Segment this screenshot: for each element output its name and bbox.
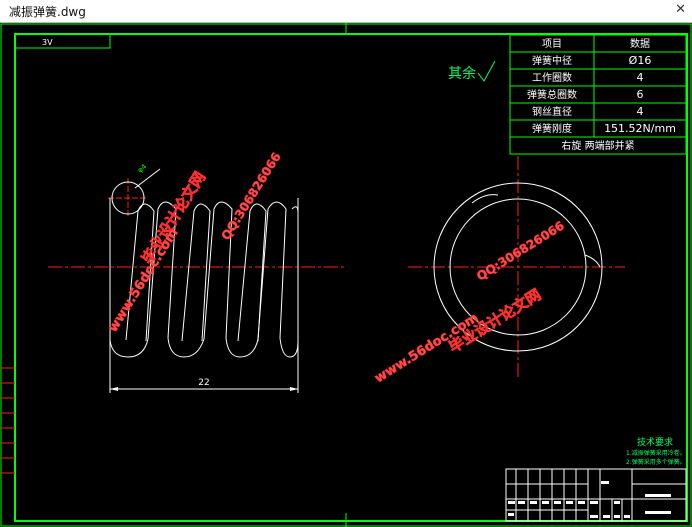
roughness-note: 其余 xyxy=(448,65,476,82)
watermark-url: www.56doc.com xyxy=(106,226,182,335)
dimension-width: 22 xyxy=(198,378,209,388)
wire-dim-label: φ4 xyxy=(136,162,149,174)
drawing-canvas[interactable]: 3V 项目 数据 弹簧中径 Ø16 工作圈数 4 弹簧总圈数 6 钢丝直径 4 … xyxy=(0,23,692,527)
table-row-label: 弹簧刚度 xyxy=(532,122,572,135)
table-row-value: 151.52N/mm xyxy=(604,122,676,135)
watermark-qq: QQ:306826066 xyxy=(474,218,567,283)
table-footer: 右旋 两端部并紧 xyxy=(561,139,634,152)
table-row-label: 工作圈数 xyxy=(532,71,572,84)
outer-border xyxy=(0,23,692,527)
cad-drawing: 3V 项目 数据 弹簧中径 Ø16 工作圈数 4 弹簧总圈数 6 钢丝直径 4 … xyxy=(0,23,692,527)
center-lines xyxy=(48,156,625,378)
table-row-label: 弹簧总圈数 xyxy=(527,88,577,101)
tech-requirements: 技术要求 1.减振弹簧采用冷卷。 2.弹簧采用多个弹簧。 xyxy=(626,436,686,466)
roughness-symbol-icon xyxy=(477,60,496,82)
table-row-value: Ø16 xyxy=(629,54,652,67)
corner-label: 3V xyxy=(42,38,53,47)
table-header-data: 数据 xyxy=(630,37,650,50)
table-row-label: 弹簧中径 xyxy=(532,54,572,67)
close-icon[interactable]: ✕ xyxy=(675,2,686,17)
table-row-value: 4 xyxy=(637,71,644,84)
watermark-qq: QQ:306826066 xyxy=(219,150,284,243)
window-title: 减振弹簧.dwg xyxy=(9,5,86,19)
table-row-value: 6 xyxy=(637,88,644,101)
spec-table: 项目 数据 弹簧中径 Ø16 工作圈数 4 弹簧总圈数 6 钢丝直径 4 弹簧刚… xyxy=(509,34,687,155)
drawing-frame xyxy=(14,33,688,522)
table-row-label: 钢丝直径 xyxy=(532,105,572,118)
left-margin-marks xyxy=(1,367,15,474)
tech-req-line: 2.弹簧采用多个弹簧。 xyxy=(626,458,686,466)
tech-req-line: 1.减振弹簧采用冷卷。 xyxy=(626,449,686,457)
table-header-item: 项目 xyxy=(542,38,562,50)
window-titlebar: 减振弹簧.dwg ✕ xyxy=(0,0,692,23)
table-row-value: 4 xyxy=(637,105,644,118)
tech-req-title: 技术要求 xyxy=(637,436,673,448)
